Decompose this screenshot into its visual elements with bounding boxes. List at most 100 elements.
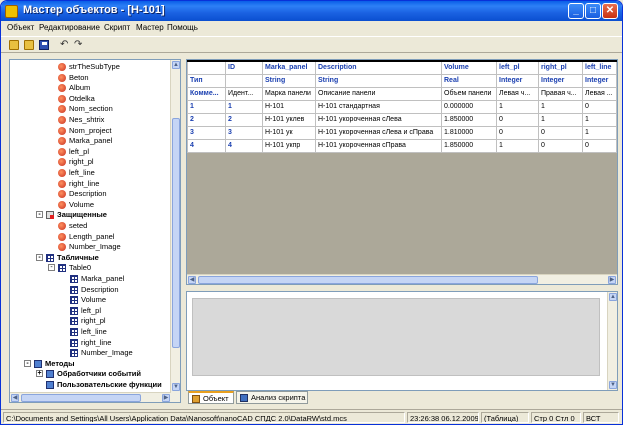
row-number[interactable]: 1: [187, 99, 226, 114]
maximize-button[interactable]: □: [585, 3, 601, 19]
redo-icon[interactable]: ↷: [74, 40, 84, 50]
properties-area[interactable]: [192, 298, 600, 376]
type-cell[interactable]: Integer: [538, 73, 583, 88]
grid-horizontal-scrollbar[interactable]: ◀ ▶: [187, 274, 617, 284]
scroll-right-icon[interactable]: ▶: [162, 394, 170, 402]
scroll-thumb[interactable]: [21, 394, 141, 402]
grid-cell[interactable]: 0.000000: [441, 99, 497, 114]
new-icon[interactable]: [9, 40, 19, 50]
toolbar: ↶ ↷: [1, 36, 622, 53]
data-grid[interactable]: ID Marka_panel Description Volume left_pl rig…: [186, 59, 618, 285]
tree-item-label: right_line: [69, 178, 100, 188]
type-cell[interactable]: Real: [441, 73, 497, 88]
scroll-left-icon[interactable]: ◀: [188, 276, 196, 284]
minimize-button[interactable]: _: [568, 3, 584, 19]
grid-cell[interactable]: 0: [538, 138, 583, 153]
column-header[interactable]: left_pl: [496, 60, 539, 75]
grid-cell[interactable]: H-101 укпр: [262, 138, 316, 153]
scroll-up-icon[interactable]: ▲: [609, 293, 617, 301]
grid-cell[interactable]: 1: [538, 99, 583, 114]
grid-cell[interactable]: 1: [496, 99, 539, 114]
property-icon: [58, 137, 66, 146]
close-button[interactable]: ✕: [602, 3, 618, 19]
grid-cell[interactable]: 1.850000: [441, 138, 497, 153]
type-cell[interactable]: String: [315, 73, 442, 88]
comment-cell[interactable]: Марка панели: [262, 86, 316, 101]
column-header[interactable]: Description: [315, 60, 442, 75]
grid-cell[interactable]: 1: [582, 112, 617, 127]
comment-cell[interactable]: Идент...: [225, 86, 263, 101]
row-number[interactable]: 3: [187, 125, 226, 140]
status-position: Стр 0 Стл 0: [531, 412, 581, 423]
properties-panel[interactable]: ▲ ▼: [186, 291, 618, 391]
column-header[interactable]: right_pl: [538, 60, 583, 75]
grid-cell[interactable]: 0: [582, 99, 617, 114]
column-header[interactable]: ID: [225, 60, 263, 75]
grid-cell[interactable]: 0: [538, 125, 583, 140]
tab-object[interactable]: Объект: [188, 391, 234, 404]
row-number[interactable]: 2: [187, 112, 226, 127]
type-cell[interactable]: String: [262, 73, 316, 88]
scroll-thumb[interactable]: [172, 118, 180, 348]
menu-help[interactable]: Помощь: [167, 23, 198, 32]
grid-cell[interactable]: H-101 укороченная сЛева: [315, 112, 442, 127]
menu-edit[interactable]: Редактирование: [39, 23, 100, 32]
column-header[interactable]: Volume: [441, 60, 497, 75]
grid-cell[interactable]: 1: [582, 125, 617, 140]
scroll-right-icon[interactable]: ▶: [608, 276, 616, 284]
grid-cell[interactable]: 0: [496, 125, 539, 140]
row-number[interactable]: 4: [187, 138, 226, 153]
grid-comment-row: Комме... Идент... Марка панели Описание пан…: [187, 86, 617, 101]
type-cell[interactable]: Integer: [496, 73, 539, 88]
scroll-left-icon[interactable]: ◀: [11, 394, 19, 402]
open-folder-icon[interactable]: [24, 40, 34, 50]
menu-wizard[interactable]: Мастер: [136, 23, 164, 32]
menu-object[interactable]: Объект: [7, 23, 34, 32]
grid-cell[interactable]: H-101 укороченная сПрава: [315, 138, 442, 153]
scroll-up-icon[interactable]: ▲: [172, 61, 180, 69]
scroll-thumb[interactable]: [198, 276, 538, 284]
scroll-down-icon[interactable]: ▼: [609, 381, 617, 389]
object-tree[interactable]: strTheSubType Beton Album Otdelka Nom_sectio…: [9, 59, 181, 403]
tab-script-analysis[interactable]: Анализ скрипта: [236, 391, 308, 404]
type-cell[interactable]: [225, 73, 263, 88]
grid-cell[interactable]: H-101: [262, 99, 316, 114]
grid-cell[interactable]: 1: [225, 99, 263, 114]
grid-cell[interactable]: 2: [225, 112, 263, 127]
undo-icon[interactable]: ↶: [60, 40, 70, 50]
type-cell[interactable]: Integer: [582, 73, 617, 88]
tree-horizontal-scrollbar[interactable]: ◀ ▶: [10, 392, 171, 402]
grid-cell[interactable]: 1.850000: [441, 112, 497, 127]
grid-cell[interactable]: 1: [496, 138, 539, 153]
grid-cell[interactable]: H-101 укороченная сЛева и сПрава: [315, 125, 442, 140]
grid-cell[interactable]: 1.810000: [441, 125, 497, 140]
tree-vertical-scrollbar[interactable]: ▲ ▼: [170, 60, 180, 402]
grid-cell[interactable]: H-101 ук: [262, 125, 316, 140]
grid-cell[interactable]: 0: [582, 138, 617, 153]
collapse-icon[interactable]: -: [36, 253, 43, 261]
property-icon: [58, 63, 66, 71]
column-header[interactable]: left_line: [582, 60, 617, 75]
expand-icon[interactable]: +: [36, 370, 43, 378]
scroll-down-icon[interactable]: ▼: [172, 383, 180, 391]
collapse-icon[interactable]: -: [24, 359, 31, 367]
title-bar[interactable]: Мастер объектов - [H-101] _ □ ✕: [1, 1, 622, 21]
column-header[interactable]: Marka_panel: [262, 60, 316, 75]
grid-cell[interactable]: 1: [538, 112, 583, 127]
tree-item-label: Табличные: [57, 252, 99, 262]
grid-cell[interactable]: 0: [496, 112, 539, 127]
save-icon[interactable]: [39, 40, 49, 50]
comment-cell[interactable]: Описание панели: [315, 86, 442, 101]
grid-cell[interactable]: H-101 стандартная: [315, 99, 442, 114]
collapse-icon[interactable]: -: [36, 211, 43, 219]
grid-cell[interactable]: 3: [225, 125, 263, 140]
comment-cell[interactable]: Объем панели: [441, 86, 497, 101]
panel-vertical-scrollbar[interactable]: ▲ ▼: [607, 292, 617, 390]
grid-cell[interactable]: H-101 уклев: [262, 112, 316, 127]
grid-cell[interactable]: 4: [225, 138, 263, 153]
collapse-icon[interactable]: -: [48, 264, 55, 272]
comment-cell[interactable]: Левая ч...: [496, 86, 539, 101]
comment-cell[interactable]: Правая ч...: [538, 86, 583, 101]
menu-script[interactable]: Скрипт: [104, 23, 130, 32]
comment-cell[interactable]: Левая ...: [582, 86, 617, 101]
